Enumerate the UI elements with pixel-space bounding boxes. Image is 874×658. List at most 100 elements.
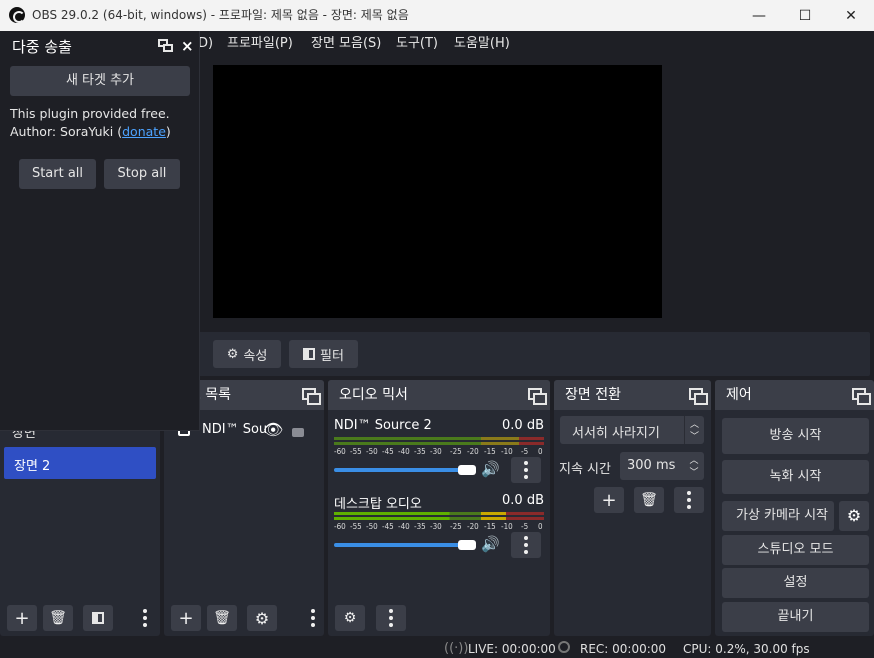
transition-menu-button[interactable] (674, 487, 704, 513)
add-target-button[interactable]: 새 타겟 추가 (10, 66, 190, 96)
audio-channel-name: 데스크탑 오디오 (334, 497, 422, 512)
duration-value: 300 ms (627, 458, 676, 473)
float-dock-icon[interactable] (302, 388, 321, 405)
start-all-button[interactable]: Start all (19, 159, 96, 189)
menu-item-help[interactable]: 도움말(H) (454, 31, 510, 57)
audio-mixer-header: 오디오 믹서 (328, 380, 550, 410)
scene-menu-button[interactable] (135, 605, 155, 631)
window-title: OBS 29.0.2 (64-bit, windows) - 프로파일: 제목 … (32, 8, 409, 22)
speaker-icon[interactable]: 🔊 (481, 535, 500, 553)
stop-all-button[interactable]: Stop all (104, 159, 180, 189)
lock-icon[interactable] (292, 428, 304, 437)
duration-label: 지속 시간 (559, 462, 611, 477)
scene-item-label: 장면 2 (14, 459, 51, 474)
volume-slider[interactable] (334, 468, 474, 472)
source-item-label[interactable]: NDI™ Sou (202, 422, 267, 437)
donate-link[interactable]: donate (122, 124, 166, 139)
close-icon[interactable]: × (181, 37, 194, 55)
trash-icon: 🗑 (49, 610, 67, 626)
audio-meter-scale: -60 -55 -50 -45 -40 -35 -30 -25 -20 -15 -10 -5 0 (334, 447, 543, 456)
source-menu-button[interactable] (304, 605, 322, 631)
gear-icon: ⚙ (226, 346, 239, 362)
speaker-icon[interactable]: 🔊 (481, 460, 500, 478)
plus-icon: + (178, 607, 194, 629)
float-dock-icon[interactable] (528, 388, 547, 405)
remove-scene-button[interactable]: 🗑 (43, 605, 73, 631)
filters-button[interactable]: 필터 (289, 340, 358, 368)
transitions-title: 장면 전환 (565, 387, 621, 403)
close-button[interactable]: ✕ (828, 0, 874, 31)
audio-channel-db: 0.0 dB (502, 493, 544, 508)
start-recording-button[interactable]: 녹화 시작 (722, 460, 869, 494)
duration-spinbox[interactable]: 300 ms ︿ ﹀ (620, 452, 704, 480)
chevron-updown-icon: ︿ ﹀ (684, 416, 704, 444)
plugin-info-text: This plugin provided free. (10, 106, 170, 121)
gear-icon: ⚙ (254, 608, 270, 628)
channel-menu-button[interactable] (511, 532, 541, 558)
add-source-button[interactable]: + (171, 605, 201, 631)
mixer-menu-button[interactable] (376, 605, 406, 631)
settings-button[interactable]: 설정 (722, 568, 869, 598)
author-line: Author: SoraYuki (donate) (10, 124, 171, 139)
live-signal-icon: ((·)) (444, 641, 469, 656)
properties-button[interactable]: ⚙ 속성 (213, 340, 281, 368)
audio-channel-name: NDI™ Source 2 (334, 418, 432, 433)
controls-header: 제어 (715, 380, 874, 410)
add-scene-button[interactable]: + (7, 605, 37, 631)
exit-button[interactable]: 끝내기 (722, 602, 869, 632)
channel-menu-button[interactable] (511, 457, 541, 483)
virtual-camera-settings-gear-icon[interactable]: ⚙ (839, 501, 869, 531)
obs-logo-icon (9, 7, 25, 23)
menu-item-tools[interactable]: 도구(T) (396, 31, 438, 57)
transitions-header: 장면 전환 (554, 380, 711, 410)
cpu-fps: CPU: 0.2%, 30.00 fps (683, 642, 810, 656)
live-timer: LIVE: 00:00:00 (468, 642, 556, 656)
audio-mixer-title: 오디오 믹서 (339, 387, 408, 403)
properties-label: 속성 (243, 348, 268, 364)
add-transition-button[interactable]: + (594, 487, 624, 513)
author-prefix: Author: SoraYuki ( (10, 124, 123, 139)
menu-item-scene[interactable]: D) (198, 31, 213, 57)
preview-canvas[interactable] (213, 65, 662, 318)
advanced-audio-button[interactable]: ⚙ (335, 605, 365, 631)
volume-slider[interactable] (334, 543, 474, 547)
eye-icon[interactable]: 👁 (263, 420, 283, 439)
maximize-button[interactable]: ☐ (782, 0, 828, 31)
filters-label: 필터 (320, 348, 344, 364)
start-streaming-button[interactable]: 방송 시작 (722, 418, 869, 454)
remove-transition-button[interactable]: 🗑 (634, 487, 664, 513)
trash-icon: 🗑 (213, 610, 231, 626)
rec-icon (558, 641, 570, 653)
remove-source-button[interactable]: 🗑 (207, 605, 237, 631)
volume-slider-handle[interactable] (458, 465, 476, 475)
volume-slider-handle[interactable] (458, 540, 476, 550)
filter-icon (92, 612, 104, 624)
float-dock-icon[interactable] (689, 388, 708, 405)
title-bar: OBS 29.0.2 (64-bit, windows) - 프로파일: 제목 … (0, 0, 874, 31)
audio-meter (334, 512, 544, 522)
transitions-dock: 장면 전환 서서히 사라지기 ︿ ﹀ 지속 시간 300 ms ︿ ﹀ + 🗑 (554, 380, 711, 636)
menu-item-profile[interactable]: 프로파일(P) (227, 31, 293, 57)
status-bar: ((·)) LIVE: 00:00:00 REC: 00:00:00 CPU: … (0, 640, 874, 658)
gears-icon: ⚙ (343, 610, 357, 626)
multi-output-title: 다중 송출 (12, 38, 72, 56)
menu-item-scene-collection[interactable]: 장면 모음(S) (311, 31, 381, 57)
spin-arrows-icon[interactable]: ︿ ﹀ (684, 452, 704, 480)
float-dock-icon[interactable] (158, 39, 173, 52)
source-properties-button[interactable]: ⚙ (247, 605, 277, 631)
float-dock-icon[interactable] (852, 388, 871, 405)
studio-mode-button[interactable]: 스튜디오 모드 (722, 535, 869, 565)
transition-select[interactable]: 서서히 사라지기 ︿ ﹀ (560, 416, 704, 444)
minimize-button[interactable]: — (736, 0, 782, 31)
audio-channel-db: 0.0 dB (502, 418, 544, 433)
scene-filters-button[interactable] (83, 605, 113, 631)
plus-icon: + (14, 607, 30, 629)
multi-output-dock: 다중 송출 × 새 타겟 추가 This plugin provided fre… (0, 31, 200, 431)
transition-select-value: 서서히 사라지기 (572, 426, 660, 441)
audio-meter (334, 437, 544, 447)
audio-meter-scale: -60 -55 -50 -45 -40 -35 -30 -25 -20 -15 -10 -5 0 (334, 522, 543, 531)
author-suffix: ) (165, 124, 171, 139)
plus-icon: + (601, 489, 617, 511)
scene-item-selected[interactable]: 장면 2 (4, 447, 156, 479)
start-virtual-camera-button[interactable]: 가상 카메라 시작 (722, 501, 834, 531)
